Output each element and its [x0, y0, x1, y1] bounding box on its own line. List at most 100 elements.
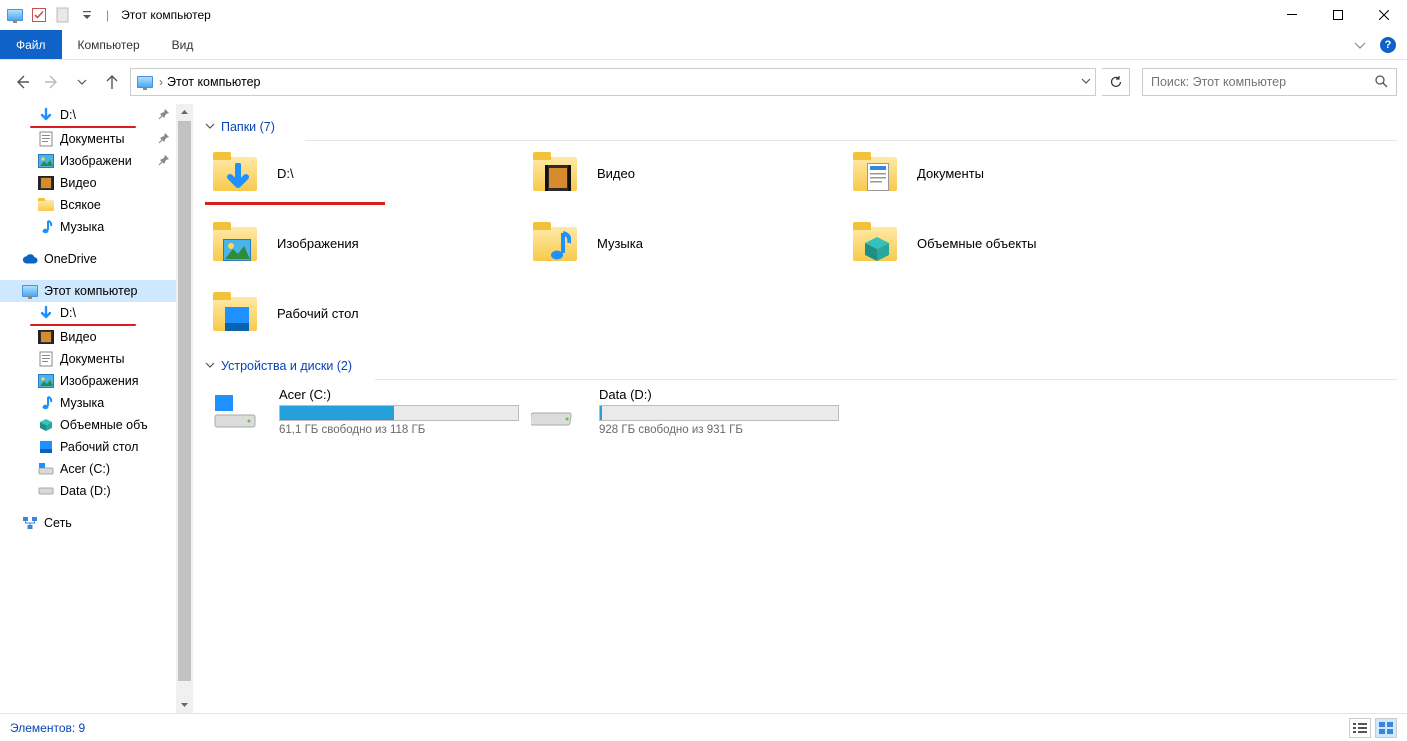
maximize-button[interactable] — [1315, 0, 1361, 30]
sidebar-item-label: Изображени — [60, 154, 132, 168]
sidebar-scrollbar[interactable] — [176, 104, 193, 713]
view-details-button[interactable] — [1349, 718, 1371, 738]
document-icon — [38, 131, 54, 147]
folder-tile[interactable]: Документы — [845, 141, 1165, 205]
music-note-icon — [38, 219, 54, 235]
folder-tile[interactable]: Видео — [525, 141, 845, 205]
sidebar-item-label: Изображения — [60, 374, 139, 388]
address-history-dropdown[interactable] — [1081, 75, 1091, 89]
pin-icon — [158, 108, 170, 123]
breadcrumb[interactable]: Этот компьютер — [167, 75, 260, 89]
this-pc-icon — [6, 6, 24, 24]
drive-free-space: 928 ГБ свободно из 931 ГБ — [599, 424, 839, 436]
sidebar-thispc-child[interactable]: D:\ — [0, 302, 176, 324]
sidebar-thispc-child[interactable]: Видео — [0, 326, 176, 348]
group-drives-header[interactable]: Устройства и диски (2) — [205, 359, 1397, 373]
download-arrow-icon — [38, 305, 54, 321]
folder-tile[interactable]: Изображения — [205, 211, 525, 275]
sidebar-item-label: Всякое — [60, 198, 101, 212]
help-button[interactable]: ? — [1375, 30, 1401, 59]
group-folders-label: Папки (7) — [221, 120, 275, 134]
group-drives-label: Устройства и диски (2) — [221, 359, 352, 373]
quick-access-toolbar: | — [6, 6, 113, 24]
breadcrumb-chevron-icon[interactable]: › — [155, 75, 167, 89]
refresh-button[interactable] — [1102, 68, 1130, 96]
ribbon-tab-file[interactable]: Файл — [0, 30, 62, 59]
sidebar-quick-item[interactable]: Видео — [0, 172, 176, 194]
folder-tile[interactable]: D:\ — [205, 141, 525, 205]
sidebar-item-label: Сеть — [44, 516, 72, 530]
folder-tile[interactable]: Объемные объекты — [845, 211, 1165, 275]
nav-history-button[interactable] — [70, 70, 94, 94]
folders-grid: D:\ВидеоДокументы Изображения Музыка Объемн… — [205, 141, 1397, 345]
sidebar-thispc-child[interactable]: Рабочий стол — [0, 436, 176, 458]
picture-icon — [38, 373, 54, 389]
folder-icon — [851, 219, 899, 267]
drive-free-space: 61,1 ГБ свободно из 118 ГБ — [279, 424, 519, 436]
drive-os-icon — [211, 387, 259, 435]
drive-tile[interactable]: Acer (C:) 61,1 ГБ свободно из 118 ГБ — [205, 380, 525, 442]
scroll-up-arrow-icon[interactable] — [176, 104, 193, 121]
sidebar-quick-item[interactable]: Музыка — [0, 216, 176, 238]
folder-icon — [211, 289, 259, 337]
drive-icon — [38, 483, 54, 499]
folder-icon — [38, 197, 54, 213]
sidebar-thispc-child[interactable]: Acer (C:) — [0, 458, 176, 480]
ribbon-expand-button[interactable] — [1345, 30, 1375, 59]
drive-name: Acer (C:) — [279, 387, 519, 402]
sidebar-thispc-child[interactable]: Объемные объ — [0, 414, 176, 436]
drive-info: Acer (C:) 61,1 ГБ свободно из 118 ГБ — [279, 387, 519, 436]
sidebar-quick-item[interactable]: Изображени — [0, 150, 176, 172]
ribbon-tab-computer[interactable]: Компьютер — [62, 30, 156, 59]
folder-tile[interactable]: Рабочий стол — [205, 281, 525, 345]
qat-placeholder-icon — [54, 6, 72, 24]
folder-label: Музыка — [597, 236, 643, 251]
sidebar-item-label: Data (D:) — [60, 484, 111, 498]
address-bar[interactable]: › Этот компьютер — [130, 68, 1096, 96]
sidebar-thispc-child[interactable]: Изображения — [0, 370, 176, 392]
document-icon — [38, 351, 54, 367]
sidebar-thispc-child[interactable]: Документы — [0, 348, 176, 370]
sidebar-quick-item[interactable]: D:\ — [0, 104, 176, 126]
sidebar-quick-item[interactable]: Документы — [0, 128, 176, 150]
search-icon[interactable] — [1374, 74, 1388, 91]
sidebar-thispc-child[interactable]: Музыка — [0, 392, 176, 414]
group-folders-header[interactable]: Папки (7) — [205, 120, 1397, 134]
title-separator: | — [106, 8, 109, 22]
drive-tile[interactable]: Data (D:) 928 ГБ свободно из 931 ГБ — [525, 380, 845, 442]
sidebar-item-label: Этот компьютер — [44, 284, 137, 298]
sidebar-item-label: Рабочий стол — [60, 440, 138, 454]
drive-usage-bar — [599, 405, 839, 421]
sidebar-item-label: Объемные объ — [60, 418, 148, 432]
sidebar-network[interactable]: Сеть — [0, 512, 176, 534]
sidebar-item-label: D:\ — [60, 306, 76, 320]
nav-forward-button[interactable] — [40, 70, 64, 94]
sidebar-this-pc[interactable]: Этот компьютер — [0, 280, 176, 302]
title-bar: | Этот компьютер — [0, 0, 1407, 30]
folder-icon — [851, 149, 899, 197]
nav-back-button[interactable] — [10, 70, 34, 94]
sidebar-quick-item[interactable]: Всякое — [0, 194, 176, 216]
close-button[interactable] — [1361, 0, 1407, 30]
pin-icon — [158, 132, 170, 147]
view-tiles-button[interactable] — [1375, 718, 1397, 738]
scroll-thumb[interactable] — [178, 121, 191, 681]
scroll-down-arrow-icon[interactable] — [176, 696, 193, 713]
minimize-button[interactable] — [1269, 0, 1315, 30]
qat-dropdown-icon[interactable] — [78, 6, 96, 24]
search-box[interactable] — [1142, 68, 1397, 96]
drive-name: Data (D:) — [599, 387, 839, 402]
search-input[interactable] — [1151, 75, 1374, 89]
sidebar-onedrive[interactable]: OneDrive — [0, 248, 176, 270]
nav-up-button[interactable] — [100, 70, 124, 94]
network-icon — [22, 515, 38, 531]
folder-tile[interactable]: Музыка — [525, 211, 845, 275]
status-bar: Элементов: 9 — [0, 713, 1407, 741]
sidebar-item-label: D:\ — [60, 108, 76, 122]
folder-icon — [531, 219, 579, 267]
navigation-pane: D:\ Документы Изображени Видео Всякое Музыка O… — [0, 104, 176, 713]
sidebar-thispc-child[interactable]: Data (D:) — [0, 480, 176, 502]
ribbon-tab-view[interactable]: Вид — [156, 30, 210, 59]
drive-usage-bar — [279, 405, 519, 421]
qat-checkbox-icon[interactable] — [30, 6, 48, 24]
